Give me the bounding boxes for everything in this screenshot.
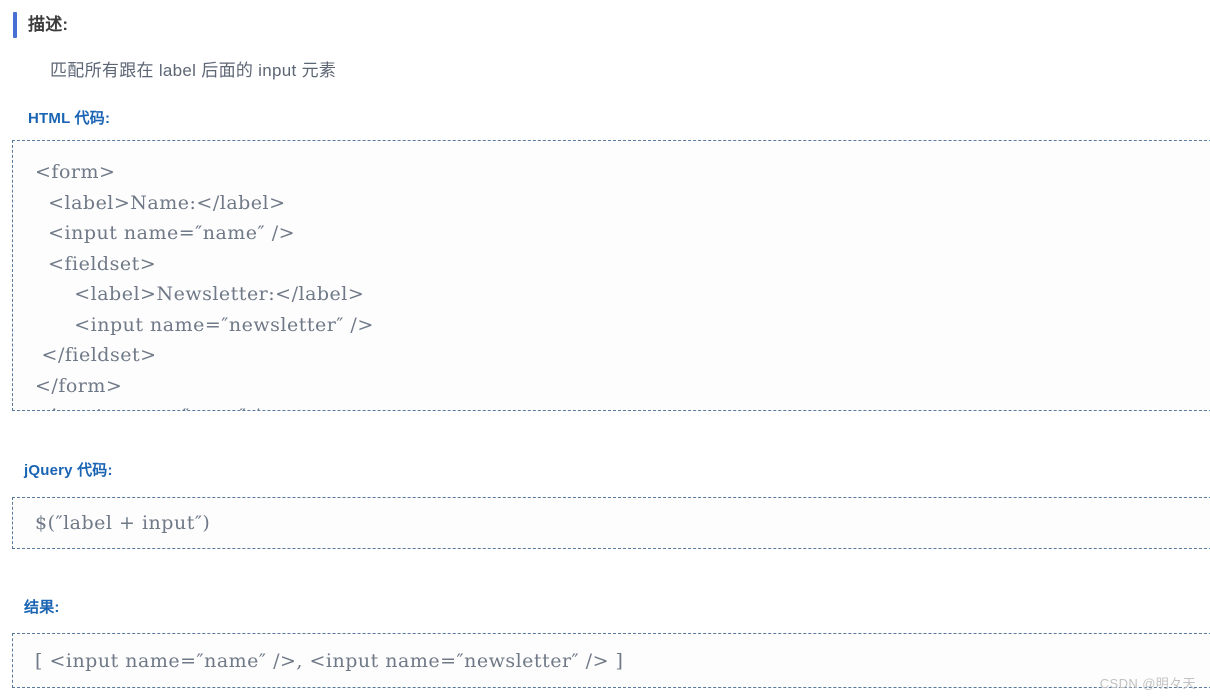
document-page: 描述: 匹配所有跟在 label 后面的 input 元素 HTML 代码: <…: [0, 0, 1210, 697]
description-text: 匹配所有跟在 label 后面的 input 元素: [50, 61, 337, 80]
jquery-code-block: $(″label + input″): [12, 497, 1210, 549]
accent-bar-icon: [13, 12, 17, 38]
result-code-block: [ <input name=″name″ />, <input name=″ne…: [12, 633, 1210, 688]
jquery-section-heading: jQuery 代码:: [24, 462, 113, 479]
html-code-block: <form> <label>Name:</label> <input name=…: [12, 140, 1210, 411]
jquery-code-text: $(″label + input″): [35, 512, 211, 534]
description-heading: 描述:: [13, 12, 68, 38]
description-heading-label: 描述:: [28, 15, 69, 34]
result-section-heading: 结果:: [24, 599, 60, 616]
html-code-text: <form> <label>Name:</label> <input name=…: [35, 161, 374, 410]
csdn-watermark: CSDN @明々天: [1099, 676, 1196, 691]
result-code-text: [ <input name=″name″ />, <input name=″ne…: [35, 650, 624, 672]
html-section-heading: HTML 代码:: [28, 110, 111, 127]
